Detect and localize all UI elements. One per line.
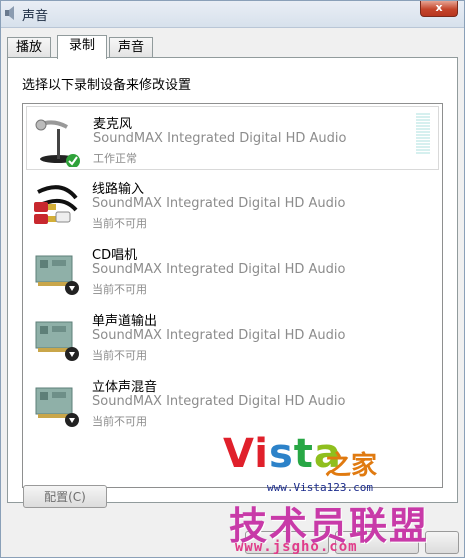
device-mono-out[interactable]: 单声道输出 SoundMAX Integrated Digital HD Aud… xyxy=(26,304,439,368)
tab-recording[interactable]: 录制 xyxy=(57,35,107,59)
device-status: 工作正常 xyxy=(93,152,137,165)
device-driver: SoundMAX Integrated Digital HD Audio xyxy=(92,196,346,211)
device-list[interactable]: 麦克风 SoundMAX Integrated Digital HD Audio… xyxy=(22,103,443,488)
tab-sounds[interactable]: 声音 xyxy=(109,37,153,57)
title-bar[interactable]: 声音 x xyxy=(1,1,464,28)
device-status: 当前不可用 xyxy=(92,349,147,362)
device-status: 当前不可用 xyxy=(92,415,147,428)
device-name: 麦克风 xyxy=(93,117,133,132)
device-driver: SoundMAX Integrated Digital HD Audio xyxy=(93,131,347,146)
window-title: 声音 xyxy=(22,9,49,24)
sound-card-icon xyxy=(35,387,79,427)
close-button[interactable]: x xyxy=(420,1,458,17)
sound-card-icon xyxy=(35,321,79,361)
cancel-button[interactable] xyxy=(335,531,419,554)
device-stereo-mix[interactable]: 立体声混音 SoundMAX Integrated Digital HD Aud… xyxy=(26,370,439,434)
sound-card-icon xyxy=(35,255,79,295)
device-name: 单声道输出 xyxy=(92,314,158,329)
device-microphone[interactable]: 麦克风 SoundMAX Integrated Digital HD Audio… xyxy=(26,106,439,170)
device-cd-player[interactable]: CD唱机 SoundMAX Integrated Digital HD Audi… xyxy=(26,238,439,302)
tab-playback[interactable]: 播放 xyxy=(7,37,51,57)
device-name: 立体声混音 xyxy=(92,380,158,395)
sound-dialog: 声音 x 播放 录制 声音 选择以下录制设备来修改设置 麦克风 SoundMAX… xyxy=(0,0,465,558)
microphone-icon xyxy=(35,119,80,167)
line-in-cable-icon xyxy=(34,185,78,224)
device-status: 当前不可用 xyxy=(92,217,147,230)
speaker-icon xyxy=(5,6,14,20)
device-driver: SoundMAX Integrated Digital HD Audio xyxy=(92,328,346,343)
device-status: 当前不可用 xyxy=(92,283,147,296)
apply-button[interactable] xyxy=(425,531,459,554)
device-line-in[interactable]: 线路输入 SoundMAX Integrated Digital HD Audi… xyxy=(26,172,439,236)
configure-button[interactable]: 配置(C) xyxy=(23,485,107,508)
device-driver: SoundMAX Integrated Digital HD Audio xyxy=(92,262,346,277)
ok-button[interactable] xyxy=(245,531,329,554)
device-name: CD唱机 xyxy=(92,248,138,263)
device-driver: SoundMAX Integrated Digital HD Audio xyxy=(92,394,346,409)
recording-panel: 选择以下录制设备来修改设置 麦克风 SoundMAX Integrated Di… xyxy=(7,57,458,503)
device-name: 线路输入 xyxy=(92,182,145,197)
level-meter xyxy=(416,113,430,155)
instruction-text: 选择以下录制设备来修改设置 xyxy=(22,78,192,93)
